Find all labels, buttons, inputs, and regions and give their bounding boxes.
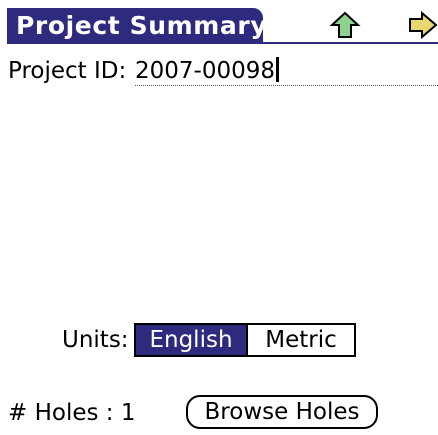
right-arrow-icon[interactable] — [408, 10, 438, 40]
browse-holes-button[interactable]: Browse Holes — [186, 395, 378, 429]
units-selector: English Metric — [134, 323, 356, 357]
units-metric-option[interactable]: Metric — [246, 325, 354, 355]
holes-count-label: # Holes : 1 — [8, 400, 136, 426]
page-title: Project Summary — [7, 8, 267, 44]
project-id-label: Project ID: — [8, 58, 127, 84]
project-id-value: 2007-00098 — [135, 58, 275, 84]
units-label: Units: — [62, 327, 129, 353]
title-divider — [7, 42, 438, 44]
up-arrow-icon[interactable] — [329, 11, 361, 39]
units-english-option[interactable]: English — [136, 325, 246, 355]
project-id-field[interactable]: 2007-00098 — [135, 56, 438, 86]
text-cursor — [276, 57, 279, 82]
